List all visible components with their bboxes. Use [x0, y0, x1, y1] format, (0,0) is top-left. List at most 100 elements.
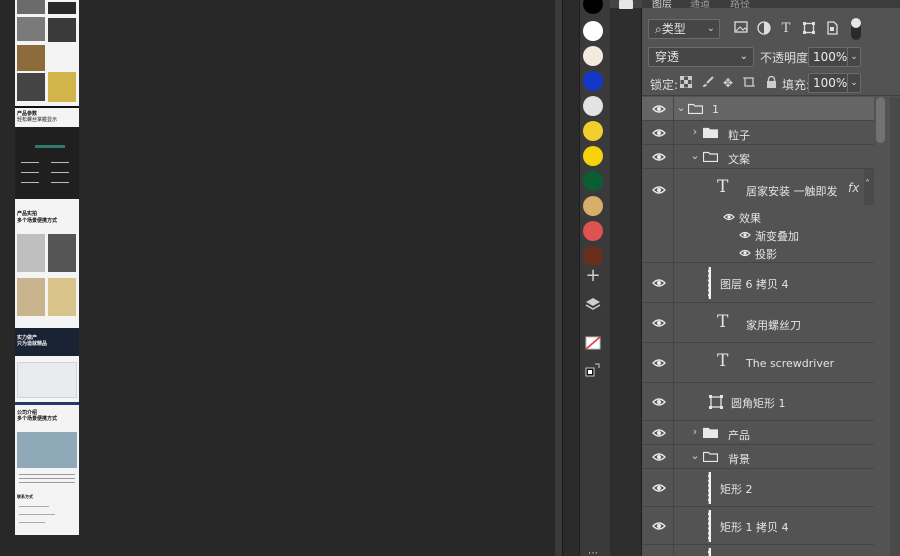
layer-row-text-screwdriver[interactable]: T The screwdriver — [642, 343, 874, 383]
panel-right-edge — [890, 97, 900, 556]
effect-gradient-overlay[interactable]: 渐变叠加 — [755, 228, 799, 244]
layer-row-group-particles[interactable]: › 粒子 — [642, 121, 874, 145]
opacity-input[interactable]: 100% — [808, 47, 848, 67]
chevron-right-icon[interactable]: › — [690, 125, 700, 138]
effects-collapse-cell[interactable]: ˄ — [864, 169, 874, 205]
color-swatch[interactable] — [583, 21, 603, 41]
lock-brush-icon[interactable] — [701, 76, 715, 90]
lock-position-icon[interactable]: ✥ — [721, 76, 735, 90]
shape-filter-icon[interactable] — [801, 21, 817, 37]
tab-layers[interactable]: 图层 — [652, 0, 672, 10]
tab-paths[interactable]: 路径 — [730, 0, 750, 10]
eye-icon[interactable] — [652, 318, 666, 328]
blend-mode-select[interactable]: 穿透 ⌄ — [648, 47, 754, 67]
layer-row-partial[interactable] — [642, 545, 874, 556]
param-line — [21, 172, 39, 173]
adjustment-filter-icon[interactable] — [756, 21, 772, 37]
eye-icon[interactable] — [652, 278, 666, 288]
eye-icon[interactable] — [652, 483, 666, 493]
eye-icon[interactable] — [652, 452, 666, 462]
chevron-down-icon[interactable]: ⌄ — [676, 101, 686, 114]
chevron-right-icon[interactable]: › — [690, 425, 700, 438]
color-swatch[interactable] — [583, 221, 603, 241]
layer-row-rect2[interactable]: 矩形 2 — [642, 469, 874, 507]
panel-toggle-icon[interactable] — [619, 0, 633, 9]
visibility-cell — [642, 169, 674, 262]
eye-icon[interactable] — [652, 128, 666, 138]
layer-name: 粒子 — [728, 129, 750, 142]
color-swatch[interactable] — [583, 171, 603, 191]
scrollbar-thumb[interactable] — [876, 97, 885, 143]
param-line — [21, 182, 39, 183]
screwdriver-photo — [35, 145, 65, 148]
eye-icon[interactable] — [723, 213, 735, 221]
layer-row-group-copy[interactable]: ⌄ 文案 — [642, 145, 874, 169]
lock-transparency-icon[interactable] — [679, 75, 693, 90]
layer-filter-select[interactable]: ⌕类型 ⌄ — [648, 19, 720, 39]
layer-row-rect1-copy4[interactable]: 矩形 1 拷贝 4 — [642, 507, 874, 545]
folder-icon — [703, 151, 718, 162]
panel-tabs: 图层 通道 路径 — [642, 0, 900, 10]
color-swatch[interactable] — [583, 96, 603, 116]
toggle-knob — [851, 18, 861, 28]
eye-icon[interactable] — [652, 428, 666, 438]
chevron-down-icon[interactable]: ⌄ — [690, 149, 700, 162]
layer-row-group-1[interactable]: ⌄ 1 — [642, 97, 874, 121]
add-icon[interactable]: + — [585, 267, 601, 285]
color-swatch[interactable] — [583, 246, 603, 266]
filter-toggle[interactable] — [851, 18, 861, 40]
layer-thumbnail — [708, 548, 711, 556]
color-swatch[interactable] — [583, 46, 603, 66]
layers-list: ⌄ 1 › 粒子 ⌄ 文案 T 居家安装 一触即发 fx ˄ 效果 渐变叠加 投… — [642, 97, 874, 556]
lock-artboard-icon[interactable] — [742, 76, 756, 90]
product-photo — [48, 2, 76, 14]
effect-drop-shadow[interactable]: 投影 — [755, 246, 777, 262]
layers-scrollbar[interactable] — [874, 97, 890, 556]
layers-stack-icon[interactable] — [585, 296, 601, 312]
layer-thumbnail — [708, 510, 711, 542]
product-photo — [17, 45, 45, 71]
no-color-icon[interactable] — [585, 336, 601, 352]
eye-icon[interactable] — [652, 358, 666, 368]
eye-icon[interactable] — [652, 152, 666, 162]
fill-input[interactable]: 100% — [808, 73, 848, 93]
layer-row-text-main[interactable]: T 居家安装 一触即发 fx ˄ 效果 渐变叠加 投影 — [642, 169, 874, 263]
layer-row-rounded-rect[interactable]: 圆角矩形 1 — [642, 383, 874, 421]
color-swatch[interactable] — [583, 121, 603, 141]
eye-icon[interactable] — [739, 231, 751, 239]
layer-row-group-background[interactable]: ⌄ 背景 — [642, 445, 874, 469]
lock-all-icon[interactable] — [764, 75, 778, 90]
artboard-preview[interactable]: 产品参数 轻松螺丝掌握显示 产品实拍 多个场景便携方式 实力做产 只为造就精品 — [15, 0, 79, 535]
layer-name: The screwdriver — [746, 357, 835, 370]
eye-icon[interactable] — [652, 104, 666, 114]
param-line — [51, 182, 69, 183]
fill-dropdown-button[interactable]: ⌄ — [847, 73, 861, 93]
eye-icon[interactable] — [739, 249, 751, 257]
tab-channels[interactable]: 通道 — [690, 0, 710, 10]
filter-label: 类型 — [661, 22, 686, 36]
folder-icon — [703, 451, 718, 462]
color-swatch[interactable] — [583, 71, 603, 91]
more-icon[interactable]: ⋯ — [585, 546, 601, 556]
shape-layer-icon — [709, 395, 723, 409]
chevron-down-icon[interactable]: ⌄ — [690, 449, 700, 462]
layer-row-group-product[interactable]: › 产品 — [642, 421, 874, 445]
opacity-dropdown-button[interactable]: ⌄ — [847, 47, 861, 67]
smart-object-filter-icon[interactable] — [824, 21, 840, 37]
document-canvas[interactable]: 产品参数 轻松螺丝掌握显示 产品实拍 多个场景便携方式 实力做产 只为造就精品 — [0, 0, 562, 556]
filter-row: ⌕类型 ⌄ T — [642, 14, 900, 44]
color-swatch[interactable] — [583, 146, 603, 166]
eye-icon[interactable] — [652, 397, 666, 407]
layer-row-layer6[interactable]: 图层 6 拷贝 4 — [642, 263, 874, 303]
swap-colors-icon[interactable] — [585, 362, 601, 378]
product-photo — [48, 18, 76, 42]
image-filter-icon[interactable] — [733, 21, 749, 37]
layer-row-text-knife[interactable]: T 家用螺丝刀 — [642, 303, 874, 343]
color-swatch[interactable] — [583, 196, 603, 216]
eye-icon[interactable] — [652, 521, 666, 531]
canvas-edge — [555, 0, 562, 556]
eye-icon[interactable] — [652, 185, 666, 195]
fx-icon[interactable]: fx — [848, 181, 859, 195]
type-filter-icon[interactable]: T — [778, 21, 794, 37]
folder-icon — [703, 427, 718, 438]
